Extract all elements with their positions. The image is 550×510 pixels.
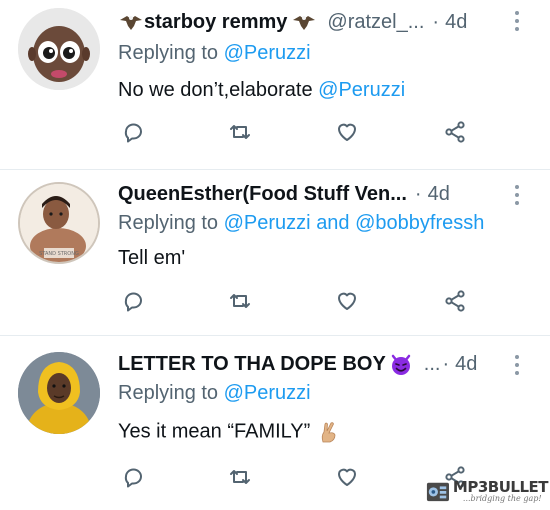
heart-icon — [338, 292, 356, 310]
reply-button[interactable] — [118, 117, 148, 147]
tweet-text: Tell em' — [118, 247, 185, 270]
share-icon — [445, 290, 465, 312]
watermark: MP3BULLET ...bridging the gap! — [426, 474, 549, 508]
replying-to-label: Replying to — [118, 212, 219, 234]
avatar-image — [18, 352, 100, 434]
display-name[interactable]: starboy remmy — [144, 11, 287, 34]
more-vertical-icon[interactable] — [514, 10, 520, 32]
avatar-image — [18, 8, 100, 90]
avatar-stamp-text: STAND STRONG — [39, 251, 79, 257]
tweet-header: starboy remmy @ratzel_... · 4d — [118, 8, 538, 36]
name-ellipsis: ... — [423, 352, 441, 375]
tweet-actions — [118, 462, 478, 492]
tweet-header: LETTER TO THA DOPE BOY ... · 4d — [118, 350, 538, 378]
reply-icon — [124, 292, 142, 312]
replying-to: Replying to @Peruzzi and @bobbyfressh — [118, 212, 484, 235]
user-handle[interactable]: @ratzel_... — [327, 11, 424, 34]
retweet-icon — [230, 470, 250, 484]
retweet-button[interactable] — [225, 462, 255, 492]
timestamp[interactable]: 4d — [455, 353, 477, 376]
reply-icon — [124, 123, 142, 143]
speaker-logo-icon — [426, 482, 450, 502]
smiling-devil-emoji-icon — [391, 354, 411, 375]
tweet-header: QueenEsther(Food Stuff Ven... · 4d — [118, 180, 538, 208]
display-name[interactable]: QueenEsther(Food Stuff Ven... — [118, 183, 407, 206]
avatar[interactable] — [18, 352, 100, 434]
reply-button[interactable] — [118, 286, 148, 316]
tweet-actions — [118, 117, 478, 147]
tweet-text: Yes it mean “FAMILY” — [118, 420, 342, 444]
replying-to: Replying to @Peruzzi — [118, 382, 311, 405]
avatar-image: STAND STRONG — [20, 184, 98, 262]
mention-link[interactable]: @Peruzzi — [224, 212, 311, 234]
eagle-emoji-icon — [293, 16, 316, 30]
tweet-text-body: Yes it mean “FAMILY” — [118, 420, 311, 443]
mention-link[interactable]: @Peruzzi — [318, 79, 405, 101]
tweet-text: No we don’t,elaborate @Peruzzi — [118, 79, 405, 102]
heart-icon — [338, 468, 356, 486]
tweet-text-body: Tell em' — [118, 247, 186, 269]
reply-icon — [124, 468, 142, 488]
heart-icon — [338, 123, 356, 141]
display-name[interactable]: LETTER TO THA DOPE BOY — [118, 353, 386, 376]
mention-link[interactable]: @bobbyfressh — [355, 212, 484, 234]
tweet-reply-1[interactable]: starboy remmy @ratzel_... · 4d Replying … — [0, 0, 550, 170]
mention-link[interactable]: @Peruzzi — [224, 382, 311, 404]
retweet-button[interactable] — [225, 117, 255, 147]
share-button[interactable] — [440, 117, 470, 147]
eagle-emoji-icon — [120, 16, 142, 30]
avatar[interactable]: STAND STRONG — [18, 182, 100, 264]
more-vertical-icon[interactable] — [514, 354, 520, 376]
tweet-reply-2[interactable]: STAND STRONG QueenEsther(Food Stuff Ven.… — [0, 166, 550, 336]
timestamp[interactable]: 4d — [428, 183, 450, 206]
retweet-icon — [230, 294, 250, 308]
avatar[interactable] — [18, 8, 100, 90]
separator-dot: · — [442, 352, 450, 375]
replying-to: Replying to @Peruzzi — [118, 42, 311, 65]
like-button[interactable] — [332, 117, 362, 147]
separator-dot: · — [414, 182, 422, 205]
crossed-fingers-emoji-icon — [321, 422, 336, 443]
retweet-button[interactable] — [225, 286, 255, 316]
watermark-tagline: ...bridging the gap! — [462, 493, 542, 503]
share-icon — [445, 121, 465, 143]
share-button[interactable] — [440, 286, 470, 316]
separator-dot: · — [432, 10, 440, 33]
watermark-brand: MP3BULLET — [452, 477, 549, 496]
like-button[interactable] — [332, 286, 362, 316]
mention-link[interactable]: @Peruzzi — [224, 42, 311, 64]
replying-to-label: Replying to — [118, 42, 219, 64]
like-button[interactable] — [332, 462, 362, 492]
timestamp[interactable]: 4d — [445, 11, 467, 34]
replying-to-label: Replying to — [118, 382, 219, 404]
retweet-icon — [230, 125, 250, 139]
tweet-actions — [118, 286, 478, 316]
tweet-text-body: No we don’t,elaborate — [118, 79, 313, 101]
reply-button[interactable] — [118, 462, 148, 492]
replying-and-label: and — [316, 212, 350, 234]
more-vertical-icon[interactable] — [514, 184, 520, 206]
